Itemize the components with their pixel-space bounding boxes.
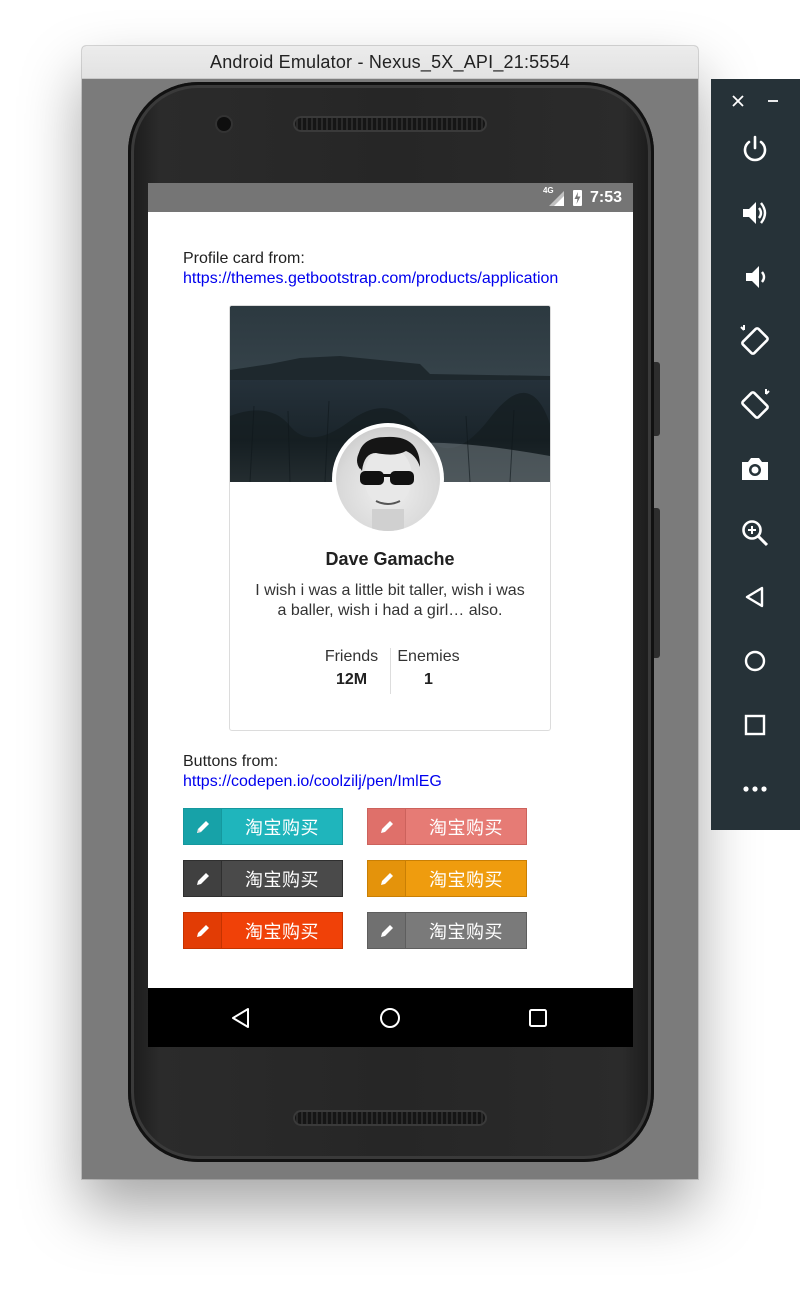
nav-back-icon[interactable] — [225, 1002, 257, 1034]
rotate-right-button[interactable] — [733, 383, 777, 427]
pencil-icon — [196, 924, 209, 937]
device-screen: 4G 7:53 Profile card from: https://theme… — [148, 183, 633, 1047]
btn-label: 淘宝购买 — [245, 817, 319, 839]
power-icon — [743, 135, 767, 162]
pencil-icon — [380, 872, 393, 885]
battery-icon — [572, 189, 582, 206]
rotate-right-icon — [741, 389, 770, 419]
status-bar: 4G 7:53 — [148, 183, 633, 212]
navigation-bar — [148, 988, 633, 1047]
stat-enemies[interactable]: Enemies 1 — [390, 648, 468, 694]
btn-label: 淘宝购买 — [429, 869, 503, 891]
stat-label: Friends — [324, 648, 379, 665]
zoom-icon — [742, 520, 769, 547]
stat-value: 12M — [335, 671, 368, 688]
rotate-left-button[interactable] — [733, 319, 777, 363]
buttons-source-label: Buttons from: — [183, 753, 279, 770]
camera-icon — [742, 458, 768, 480]
back-button[interactable] — [733, 575, 777, 619]
profile-bio: I wish i was a little bit taller, wish i… — [255, 582, 525, 619]
pencil-icon — [196, 872, 209, 885]
pencil-icon — [196, 820, 209, 833]
stat-label: Enemies — [397, 648, 460, 665]
profile-source-link[interactable]: https://themes.getbootstrap.com/products… — [183, 270, 558, 288]
title-bar[interactable]: Android Emulator - Nexus_5X_API_21:5554 — [82, 46, 698, 79]
btn-icon-box — [368, 913, 406, 948]
emulator-toolbar — [711, 79, 800, 830]
rotate-left-icon — [740, 325, 769, 355]
buttons-source-link[interactable]: https://codepen.io/coolzilj/pen/ImlEG — [183, 773, 442, 791]
close-icon[interactable] — [732, 95, 744, 107]
window-title: Android Emulator - Nexus_5X_API_21:5554 — [209, 51, 570, 72]
back-icon — [745, 586, 764, 608]
pencil-icon — [380, 820, 393, 833]
profile-stats: Friends 12M Enemies 1 — [230, 648, 550, 694]
app-content: Profile card from: https://themes.getboo… — [148, 212, 633, 988]
taobao-buy-button-red[interactable]: 淘宝购买 — [183, 912, 343, 949]
profile-source-label: Profile card from: — [183, 250, 305, 267]
volume-down-icon — [746, 266, 766, 288]
screenshot-button[interactable] — [733, 447, 777, 491]
clock: 7:53 — [589, 188, 622, 206]
top-speaker — [293, 116, 487, 132]
bottom-speaker — [293, 1110, 487, 1126]
taobao-buy-button-dark[interactable]: 淘宝购买 — [183, 860, 343, 897]
front-camera — [217, 117, 231, 131]
taobao-buy-button-teal[interactable]: 淘宝购买 — [183, 808, 343, 845]
pencil-icon — [380, 924, 393, 937]
profile-card: Dave Gamache I wish i was a little bit t… — [229, 305, 551, 731]
btn-icon-box — [184, 809, 222, 844]
toolbar-window-controls — [711, 87, 800, 115]
home-icon — [744, 650, 766, 672]
avatar-photo — [336, 427, 440, 531]
btn-label: 淘宝购买 — [245, 869, 319, 891]
more-button[interactable] — [733, 767, 777, 811]
phone-volume-key — [654, 508, 660, 658]
btn-icon-box — [184, 913, 222, 948]
signal-icon: 4G — [543, 186, 565, 207]
stat-value: 1 — [424, 671, 433, 688]
btn-icon-box — [368, 809, 406, 844]
overview-icon — [744, 714, 766, 736]
btn-icon-box — [184, 861, 222, 896]
stat-friends[interactable]: Friends 12M — [313, 648, 391, 694]
volume-down-button[interactable] — [733, 255, 777, 299]
volume-up-icon — [743, 202, 767, 224]
taobao-buy-button-salmon[interactable]: 淘宝购买 — [367, 808, 527, 845]
profile-name: Dave Gamache — [325, 549, 455, 569]
phone-power-key — [654, 362, 660, 436]
nav-home-icon[interactable] — [374, 1002, 406, 1034]
overview-button[interactable] — [733, 703, 777, 747]
nav-recents-icon[interactable] — [522, 1002, 554, 1034]
btn-label: 淘宝购买 — [245, 921, 319, 943]
zoom-button[interactable] — [733, 511, 777, 555]
home-button[interactable] — [733, 639, 777, 683]
taobao-buy-button-orange[interactable]: 淘宝购买 — [367, 860, 527, 897]
minimize-icon[interactable] — [767, 95, 779, 107]
avatar[interactable] — [332, 423, 444, 535]
btn-label: 淘宝购买 — [429, 817, 503, 839]
taobao-buy-button-gray[interactable]: 淘宝购买 — [367, 912, 527, 949]
volume-up-button[interactable] — [733, 191, 777, 235]
btn-label: 淘宝购买 — [429, 921, 503, 943]
power-button[interactable] — [733, 127, 777, 171]
btn-icon-box — [368, 861, 406, 896]
more-icon — [743, 786, 767, 792]
